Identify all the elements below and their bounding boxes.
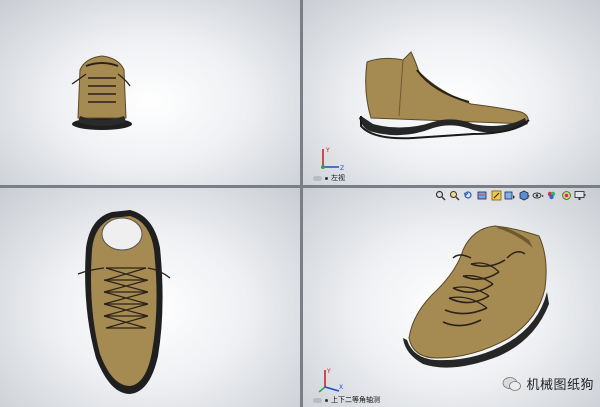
svg-text:Y: Y (325, 147, 330, 154)
view-label-iso: 上下二等角轴测 (313, 395, 380, 405)
bullet-icon (325, 398, 328, 402)
view-indicator-icon (313, 397, 322, 403)
coordinate-triad-iso: Y X (318, 368, 343, 393)
svg-text:X: X (339, 384, 343, 391)
svg-text:Z: Z (340, 165, 344, 172)
shoe-side-model[interactable] (303, 0, 600, 185)
coordinate-triad: Y Z (321, 147, 344, 172)
viewport-isometric[interactable]: Y X 机械图纸狗 上下二等角轴测 (303, 188, 600, 407)
svg-text:Y: Y (326, 368, 331, 375)
viewport-left[interactable]: Y Z 左视 (303, 0, 600, 185)
shoe-front-model[interactable] (0, 0, 300, 185)
view-indicator-icon (313, 175, 322, 181)
graphics-area[interactable]: Y Z 左视 Y X 机械图纸狗 上下二等角轴测 (0, 0, 600, 407)
watermark-text: 机械图纸狗 (526, 378, 594, 393)
shoe-top-model[interactable] (0, 188, 300, 407)
watermark: 机械图纸狗 (502, 374, 594, 393)
view-label-left: 左视 (313, 173, 345, 183)
wechat-icon (503, 376, 522, 391)
viewport-top[interactable] (0, 188, 300, 407)
bullet-icon (325, 176, 328, 180)
viewport-front[interactable] (0, 0, 300, 185)
